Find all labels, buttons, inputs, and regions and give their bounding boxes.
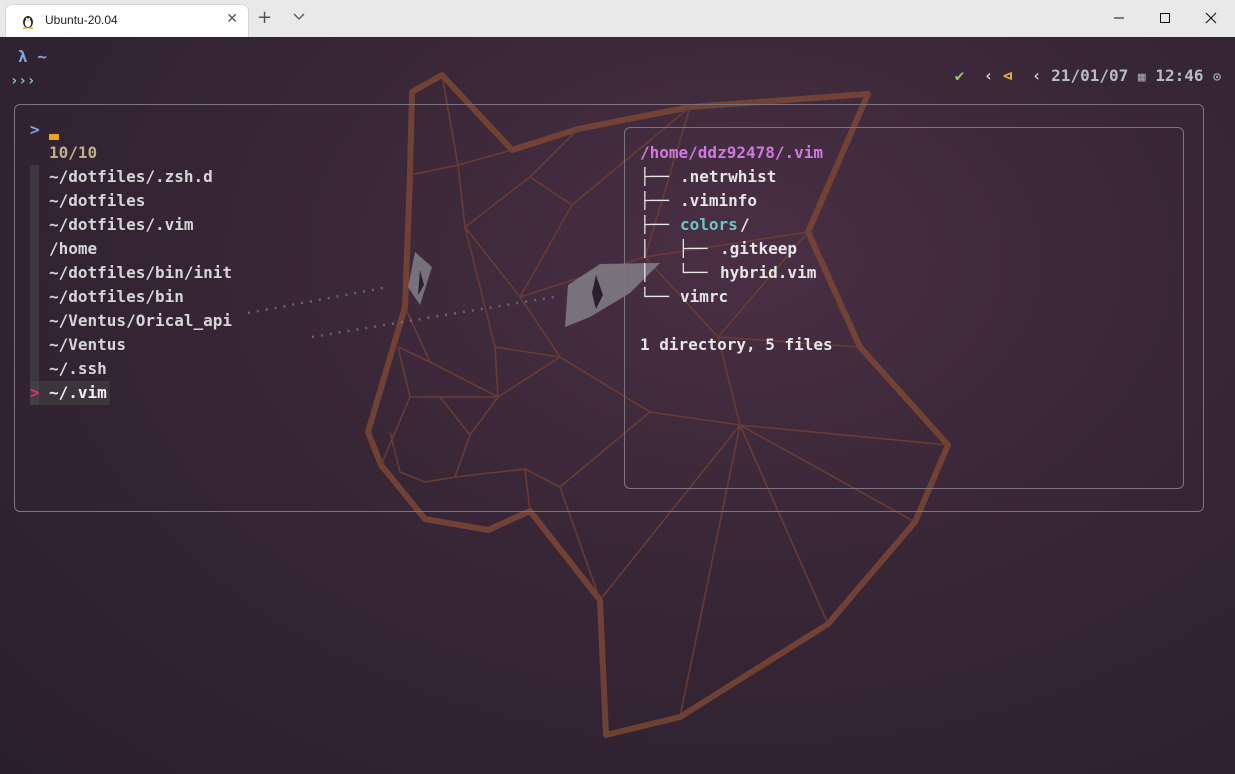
status-bar: ✔ ‹ ⊲ ‹ 21/01/07 ▦ 12:46 ⊙ <box>897 47 1221 85</box>
terminal-area[interactable]: λ ~ ››› ✔ ‹ ⊲ ‹ 21/01/07 ▦ 12:46 ⊙ > 10/… <box>0 37 1235 774</box>
minimize-icon <box>1114 17 1124 19</box>
time-text: 12:46 <box>1155 66 1204 85</box>
separator-icon: ‹ <box>1031 66 1042 85</box>
minimize-button[interactable] <box>1096 0 1142 36</box>
terminal-window: Ubuntu-20.04 ✕ + λ ~ ››› ✔ ‹ ⊲ ‹ 21/01/0… <box>0 0 1235 774</box>
prompt-arrows: ››› <box>10 73 36 89</box>
maximize-icon <box>1160 13 1170 23</box>
tab-ubuntu[interactable]: Ubuntu-20.04 ✕ <box>6 5 248 37</box>
tree-file: .gitkeep <box>720 239 798 258</box>
clock-icon: ⊙ <box>1213 70 1221 85</box>
new-tab-button[interactable]: + <box>257 8 272 28</box>
list-item[interactable]: ~/dotfiles/.zsh.d <box>49 165 213 189</box>
list-item[interactable]: ~/dotfiles/bin <box>49 285 184 309</box>
tree-file: vimrc <box>680 287 729 306</box>
maximize-button[interactable] <box>1142 0 1188 36</box>
list-gutter <box>30 165 39 405</box>
tree-branch: ├── <box>640 167 679 186</box>
separator-icon: ‹ <box>983 66 994 85</box>
date-text: 21/01/07 <box>1051 66 1129 85</box>
selected-list-item[interactable]: ~/.vim <box>49 381 107 405</box>
query-prompt: > <box>30 120 40 139</box>
linux-tux-icon <box>22 16 34 29</box>
close-button[interactable] <box>1188 0 1234 36</box>
list-item[interactable]: ~/.ssh <box>49 357 107 381</box>
git-branch-icon: ⊲ <box>1002 66 1013 85</box>
match-count: 10/10 <box>49 143 98 162</box>
chevron-down-icon[interactable] <box>292 9 306 23</box>
tree-branch: └── <box>640 287 679 306</box>
tree-directory: colors <box>680 215 738 234</box>
list-item[interactable]: ~/dotfiles/.vim <box>49 213 194 237</box>
list-item[interactable]: ~/dotfiles <box>49 189 145 213</box>
tree-branch: │ └── <box>640 263 718 282</box>
title-bar: Ubuntu-20.04 ✕ + <box>0 0 1235 38</box>
selection-marker: > <box>30 383 40 402</box>
preview-path: /home/ddz92478/.vim <box>640 143 824 162</box>
tree-file: .viminfo <box>680 191 758 210</box>
list-item[interactable]: ~/dotfiles/bin/init <box>49 261 232 285</box>
tab-close-icon[interactable]: ✕ <box>226 11 238 27</box>
tree-file: hybrid.vim <box>720 263 817 282</box>
tree-branch: │ ├── <box>640 239 718 258</box>
text-cursor[interactable] <box>49 134 59 140</box>
tree-branch: ├── <box>640 215 679 234</box>
check-icon: ✔ <box>954 66 965 85</box>
tree-summary: 1 directory, 5 files <box>640 335 833 354</box>
list-item[interactable]: ~/Ventus/Orical_api <box>49 309 232 333</box>
close-icon <box>1205 12 1217 24</box>
prompt-line: λ ~ <box>18 47 47 66</box>
tab-title: Ubuntu-20.04 <box>45 13 118 27</box>
list-item[interactable]: /home <box>49 237 97 261</box>
tree-file: .netrwhist <box>680 167 777 186</box>
calendar-icon: ▦ <box>1137 70 1146 85</box>
tree-branch: ├── <box>640 191 679 210</box>
list-item[interactable]: ~/Ventus <box>49 333 126 357</box>
tree-dir-suffix: / <box>740 215 750 234</box>
